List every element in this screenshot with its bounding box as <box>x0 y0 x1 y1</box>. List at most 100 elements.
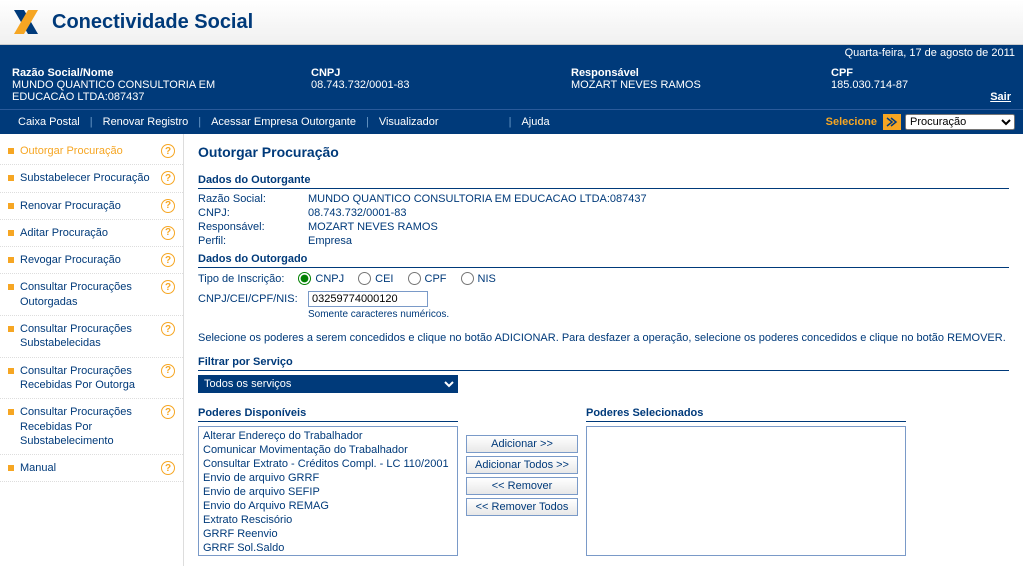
sidebar-item-label: Consultar Procurações Recebidas Por Outo… <box>20 364 157 393</box>
list-item[interactable]: Envio do Arquivo REMAG <box>201 499 455 513</box>
tipo-inscricao-label: Tipo de Inscrição: <box>198 273 284 285</box>
nav-bar: Caixa Postal | Renovar Registro | Acessa… <box>0 109 1023 134</box>
poderes-selecionados-list[interactable] <box>586 426 906 556</box>
selecione-dropdown[interactable]: Procuração <box>905 114 1015 130</box>
cnpj-value: 08.743.732/0001-83 <box>311 79 511 91</box>
filtrar-select[interactable]: Todos os serviços <box>198 375 458 393</box>
filtrar-label: Filtrar por Serviço <box>198 356 1009 371</box>
cpf-value: 185.030.714-87 <box>831 79 951 91</box>
sidebar: Outorgar Procuração? Substabelecer Procu… <box>0 134 184 566</box>
content: Outorgar Procuração Dados do Outorgante … <box>184 134 1023 566</box>
radio-cei[interactable]: CEI <box>358 272 393 285</box>
sidebar-item-consultar-recebidas-subst[interactable]: Consultar Procurações Recebidas Por Subs… <box>0 399 183 455</box>
list-item[interactable]: Consultar Extrato - Créditos Compl. - LC… <box>201 457 455 471</box>
help-icon[interactable]: ? <box>161 199 175 213</box>
bullet-icon <box>8 148 14 154</box>
bullet-icon <box>8 368 14 374</box>
list-item[interactable]: Extrato Rescisório <box>201 513 455 527</box>
poderes-selecionados-label: Poderes Selecionados <box>586 407 906 422</box>
list-item[interactable]: Comunicar Movimentação do Trabalhador <box>201 443 455 457</box>
razao-lbl: Razão Social: <box>198 193 308 205</box>
sidebar-item-label: Aditar Procuração <box>20 226 157 240</box>
cpf-label: CPF <box>831 67 951 79</box>
sidebar-item-outorgar[interactable]: Outorgar Procuração? <box>0 138 183 165</box>
inscricao-input-label: CNPJ/CEI/CPF/NIS: <box>198 293 308 305</box>
selecione-label: Selecione <box>826 116 877 128</box>
help-icon[interactable]: ? <box>161 144 175 158</box>
nav-caixa-postal[interactable]: Caixa Postal <box>8 114 90 130</box>
nav-acessar-empresa[interactable]: Acessar Empresa Outorgante <box>201 114 366 130</box>
section-dados-outorgado: Dados do Outorgado <box>198 253 1009 268</box>
sidebar-item-revogar[interactable]: Revogar Procuração? <box>0 247 183 274</box>
remover-button[interactable]: << Remover <box>466 477 578 495</box>
selecione-arrow-icon[interactable] <box>883 114 901 130</box>
razao-val: MUNDO QUANTICO CONSULTORIA EM EDUCACAO L… <box>308 193 647 205</box>
sidebar-item-label: Manual <box>20 461 157 475</box>
list-item[interactable]: GRRF Reenvio <box>201 527 455 541</box>
list-item[interactable]: Alterar Endereço do Trabalhador <box>201 429 455 443</box>
help-icon[interactable]: ? <box>161 461 175 475</box>
help-icon[interactable]: ? <box>161 405 175 419</box>
bullet-icon <box>8 230 14 236</box>
radio-nis[interactable]: NIS <box>461 272 496 285</box>
resp-value: MOZART NEVES RAMOS <box>571 79 771 91</box>
sidebar-item-label: Outorgar Procuração <box>20 144 157 158</box>
inscricao-input[interactable] <box>308 291 428 307</box>
bullet-icon <box>8 409 14 415</box>
info-bar: Razão Social/Nome MUNDO QUANTICO CONSULT… <box>0 61 1023 109</box>
sidebar-item-aditar[interactable]: Aditar Procuração? <box>0 220 183 247</box>
app-header: Conectividade Social <box>0 0 1023 45</box>
razao-label: Razão Social/Nome <box>12 67 251 79</box>
remover-todos-button[interactable]: << Remover Todos <box>466 498 578 516</box>
help-icon[interactable]: ? <box>161 280 175 294</box>
sidebar-item-label: Revogar Procuração <box>20 253 157 267</box>
list-item[interactable]: Envio de arquivo GRRF <box>201 471 455 485</box>
resp-lbl: Responsável: <box>198 221 308 233</box>
bullet-icon <box>8 284 14 290</box>
cnpj-val: 08.743.732/0001-83 <box>308 207 406 219</box>
sair-link[interactable]: Sair <box>990 91 1011 103</box>
radio-cpf[interactable]: CPF <box>408 272 447 285</box>
sidebar-item-consultar-substabelecidas[interactable]: Consultar Procurações Substabelecidas? <box>0 316 183 358</box>
perfil-val: Empresa <box>308 235 352 247</box>
adicionar-button[interactable]: Adicionar >> <box>466 435 578 453</box>
nav-visualizador[interactable]: Visualizador <box>369 114 449 130</box>
perfil-lbl: Perfil: <box>198 235 308 247</box>
sidebar-item-substabelecer[interactable]: Substabelecer Procuração? <box>0 165 183 192</box>
section-dados-outorgante: Dados do Outorgante <box>198 174 1009 189</box>
list-item[interactable]: GRRF Sol.Saldo <box>201 541 455 555</box>
bullet-icon <box>8 257 14 263</box>
adicionar-todos-button[interactable]: Adicionar Todos >> <box>466 456 578 474</box>
page-title: Outorgar Procuração <box>198 144 1009 160</box>
bullet-icon <box>8 203 14 209</box>
list-item[interactable]: Envio de arquivo SEFIP <box>201 485 455 499</box>
cnpj-label: CNPJ <box>311 67 511 79</box>
sidebar-item-consultar-recebidas-outorga[interactable]: Consultar Procurações Recebidas Por Outo… <box>0 358 183 400</box>
sidebar-item-label: Consultar Procurações Substabelecidas <box>20 322 157 351</box>
help-icon[interactable]: ? <box>161 253 175 267</box>
poderes-disponiveis-label: Poderes Disponíveis <box>198 407 458 422</box>
sidebar-item-manual[interactable]: Manual? <box>0 455 183 482</box>
sidebar-item-consultar-outorgadas[interactable]: Consultar Procurações Outorgadas? <box>0 274 183 316</box>
sidebar-item-label: Renovar Procuração <box>20 199 157 213</box>
sidebar-item-label: Substabelecer Procuração <box>20 171 157 185</box>
instructions-text: Selecione os poderes a serem concedidos … <box>198 332 1009 344</box>
poderes-disponiveis-list[interactable]: Alterar Endereço do Trabalhador Comunica… <box>198 426 458 556</box>
date-text: Quarta-feira, 17 de agosto de 2011 <box>0 45 1023 61</box>
sidebar-item-label: Consultar Procurações Outorgadas <box>20 280 157 309</box>
logo-icon <box>12 8 40 36</box>
cnpj-lbl: CNPJ: <box>198 207 308 219</box>
radio-cnpj[interactable]: CNPJ <box>298 272 344 285</box>
help-icon[interactable]: ? <box>161 226 175 240</box>
bullet-icon <box>8 465 14 471</box>
help-icon[interactable]: ? <box>161 171 175 185</box>
nav-ajuda[interactable]: Ajuda <box>511 114 559 130</box>
sidebar-item-label: Consultar Procurações Recebidas Por Subs… <box>20 405 157 448</box>
nav-renovar-registro[interactable]: Renovar Registro <box>93 114 199 130</box>
resp-label: Responsável <box>571 67 771 79</box>
help-icon[interactable]: ? <box>161 322 175 336</box>
sidebar-item-renovar[interactable]: Renovar Procuração? <box>0 193 183 220</box>
razao-value: MUNDO QUANTICO CONSULTORIA EM EDUCACAO L… <box>12 79 251 103</box>
help-icon[interactable]: ? <box>161 364 175 378</box>
resp-val: MOZART NEVES RAMOS <box>308 221 438 233</box>
